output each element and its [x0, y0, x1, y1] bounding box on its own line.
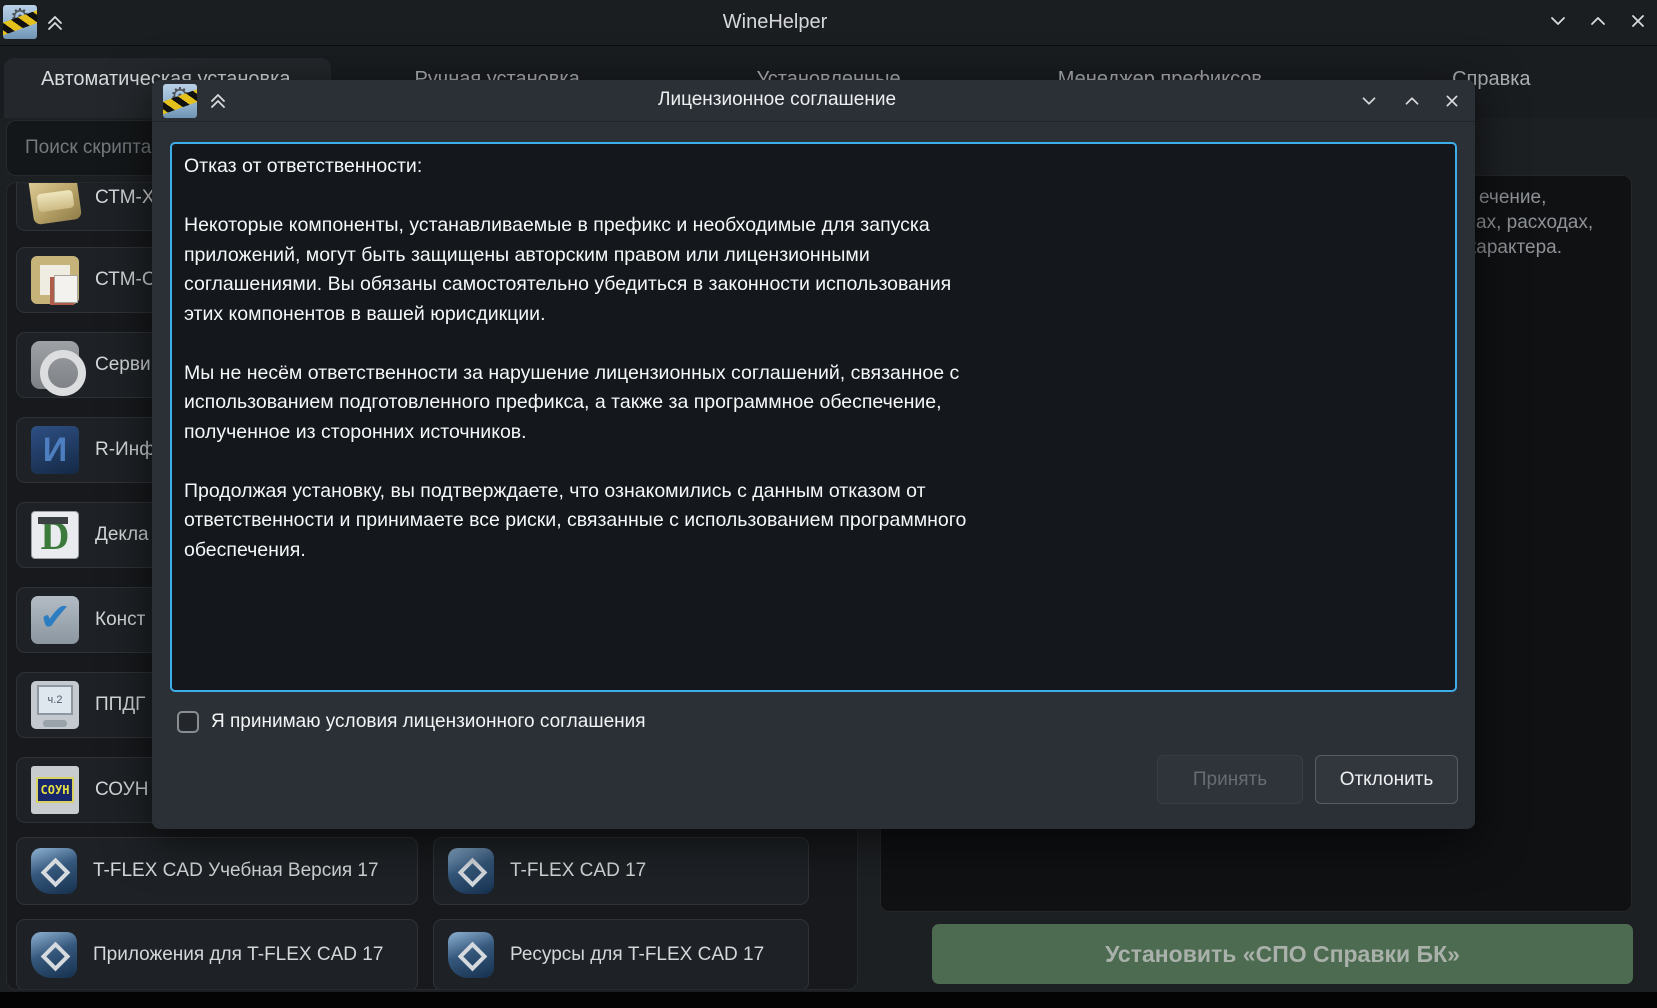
tflex-logo-icon [448, 932, 494, 978]
winehelper-app-icon: ⚙ [3, 5, 37, 39]
script-tile-tflex-res[interactable]: Ресурсы для T-FLEX CAD 17 [433, 919, 809, 990]
gray-ring-icon [31, 341, 79, 389]
dialog-titlebar[interactable]: ⚙ Лицензионное соглашение [152, 80, 1475, 122]
checkmark-monitor-icon: ✔ [31, 596, 79, 644]
maximize-button[interactable] [1585, 8, 1611, 34]
script-tile-tflex-apps[interactable]: Приложения для T-FLEX CAD 17 [16, 919, 418, 990]
dialog-close-button[interactable] [1440, 89, 1464, 113]
accept-terms-row: Я принимаю условия лицензионного соглаше… [177, 711, 646, 733]
accept-terms-label: Я принимаю условия лицензионного соглаше… [211, 711, 646, 733]
desktop-strip [0, 992, 1657, 1008]
install-spo-spravki-bk-button[interactable]: Установить «СПО Справки БК» [932, 924, 1633, 984]
frame-documents-icon [31, 256, 79, 304]
crt-monitor-icon: ч.2 [31, 681, 79, 729]
dialog-maximize-button[interactable] [1400, 89, 1424, 113]
dialog-minimize-button[interactable] [1357, 89, 1381, 113]
green-d-document-icon: D [31, 511, 79, 559]
folder-icon [28, 182, 82, 225]
shade-window-icon[interactable] [205, 88, 231, 114]
letter-i-icon: И [31, 426, 79, 474]
winehelper-app-icon: ⚙ [163, 84, 197, 118]
main-titlebar[interactable]: ⚙ WineHelper [0, 0, 1657, 46]
script-tile-tflex-cad[interactable]: T-FLEX CAD 17 [433, 837, 809, 905]
shade-window-icon[interactable] [42, 10, 68, 36]
description-fragment: характера. [1467, 237, 1562, 259]
close-button[interactable] [1625, 8, 1651, 34]
soun-plate-icon: СОУН [31, 766, 79, 814]
winehelper-window: ⚙ WineHelper Автоматическая установка Ру… [0, 0, 1657, 1008]
tflex-logo-icon [448, 848, 494, 894]
accept-button[interactable]: Принять [1157, 755, 1303, 804]
minimize-button[interactable] [1545, 8, 1571, 34]
description-fragment: ечение, [1479, 187, 1546, 209]
accept-terms-checkbox[interactable] [177, 711, 199, 733]
tflex-logo-icon [31, 932, 77, 978]
script-tile-tflex-edu[interactable]: T-FLEX CAD Учебная Версия 17 [16, 837, 418, 905]
license-text-area[interactable]: Отказ от ответственности: Некоторые комп… [170, 142, 1457, 692]
window-title: WineHelper [723, 11, 827, 34]
license-text: Отказ от ответственности: Некоторые комп… [184, 152, 1443, 565]
decline-button[interactable]: Отклонить [1315, 755, 1458, 804]
tflex-logo-icon [31, 848, 77, 894]
license-agreement-dialog: ⚙ Лицензионное соглашение Отказ от ответ… [152, 80, 1475, 829]
description-fragment: ах, расходах, [1476, 212, 1593, 234]
dialog-title: Лицензионное соглашение [658, 89, 896, 111]
